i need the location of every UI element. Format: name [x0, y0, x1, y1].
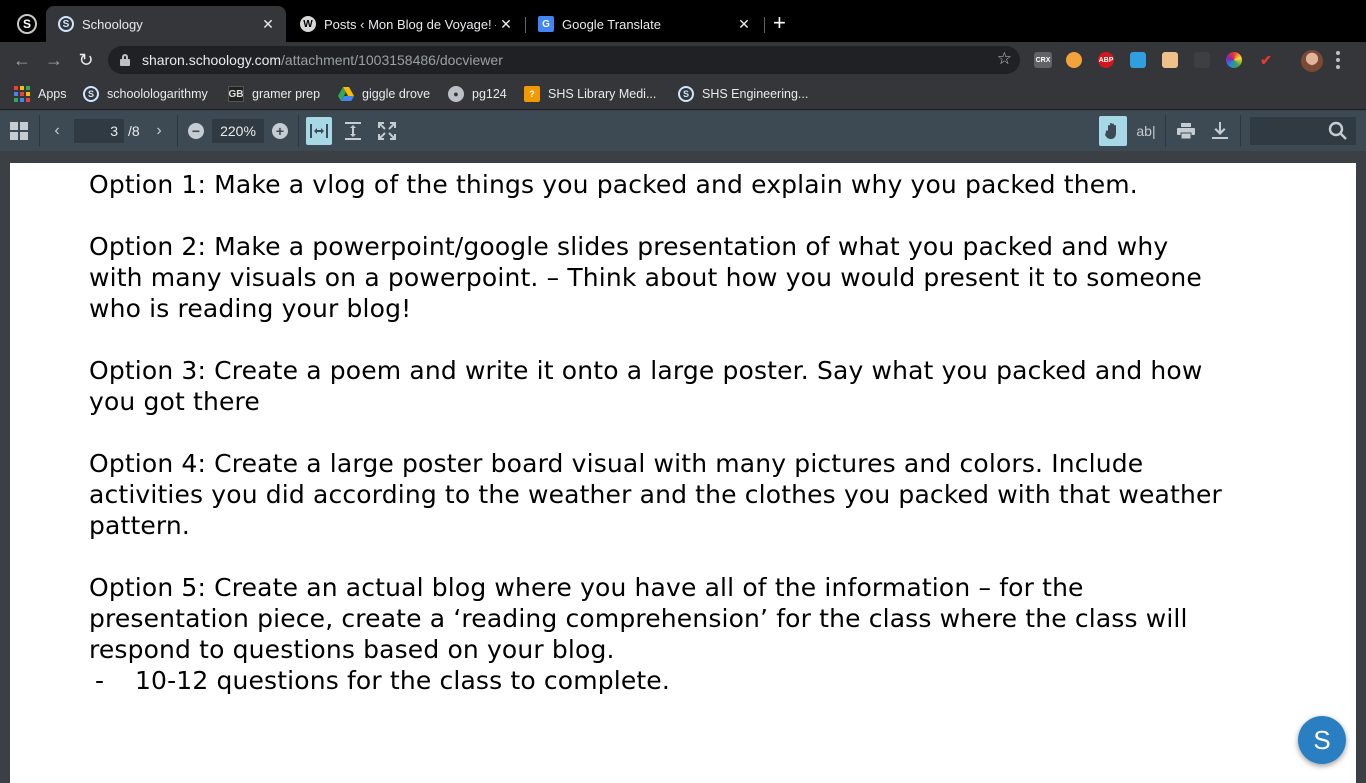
option-2: Option 2: Make a powerpoint/google slide…	[89, 232, 1202, 323]
lock-icon	[120, 54, 130, 66]
schoology-icon: S	[83, 86, 99, 102]
search-icon[interactable]	[1328, 121, 1348, 146]
page-total: /8	[128, 123, 140, 139]
document-viewport[interactable]: Option 1: Make a vlog of the things you …	[0, 151, 1366, 783]
bookmark-label: SHS Engineering...	[702, 87, 809, 101]
option-1: Option 1: Make a vlog of the things you …	[89, 170, 1138, 199]
download-icon[interactable]	[1208, 119, 1232, 143]
schoology-icon: S	[58, 16, 74, 32]
checkmark-extension-icon[interactable]	[1130, 52, 1146, 68]
document-search-input[interactable]	[1250, 117, 1356, 145]
bookmark-label: gramer prep	[252, 87, 321, 101]
bookmark-pg124[interactable]: ● pg124	[448, 85, 507, 103]
apps-grid-icon	[14, 86, 30, 102]
bookmark-label: schoolologarithmy	[107, 87, 208, 101]
tab-title: Posts ‹ Mon Blog de Voyage! —	[324, 16, 496, 32]
toolbar-divider	[1165, 115, 1166, 147]
profile-avatar[interactable]	[1301, 50, 1323, 72]
toolbar-divider	[39, 115, 40, 147]
previous-page-icon[interactable]: ‹	[45, 119, 69, 143]
url-path: /attachment/1003158486/docviewer	[281, 52, 503, 68]
tab-wordpress-posts[interactable]: W Posts ‹ Mon Blog de Voyage! — ✕	[288, 6, 524, 42]
close-icon[interactable]: ✕	[496, 16, 516, 33]
wordpress-icon: W	[300, 16, 316, 32]
toolbar-divider	[177, 115, 178, 147]
url-text[interactable]: sharon.schoology.com/attachment/10031584…	[142, 52, 503, 68]
bookmark-label: giggle drove	[362, 87, 431, 101]
print-icon[interactable]	[1174, 119, 1198, 143]
page-number-input[interactable]: 3	[74, 119, 124, 143]
owl-extension-icon[interactable]	[1066, 52, 1082, 68]
zoom-out-icon[interactable]: −	[188, 123, 204, 139]
bookmark-shs-engineering[interactable]: S SHS Engineering...	[678, 85, 808, 103]
google-drive-icon	[338, 86, 354, 102]
bookmark-shs-library[interactable]: ? SHS Library Medi...	[524, 85, 656, 103]
toolbar-divider	[1240, 115, 1241, 147]
bookmark-apps[interactable]: Apps	[14, 85, 67, 103]
bookmark-giggle-drove[interactable]: giggle drove	[338, 85, 430, 103]
box-extension-icon[interactable]	[1162, 52, 1178, 68]
tab-title: Google Translate	[562, 16, 662, 32]
option-5: Option 5: Create an actual blog where yo…	[89, 573, 1188, 664]
thumbnails-grid-icon[interactable]	[7, 119, 31, 143]
tab-strip: S S Schoology ✕ W Posts ‹ Mon Blog de Vo…	[0, 0, 1366, 42]
toolbar-divider	[298, 115, 299, 147]
bookmark-gramer-prep[interactable]: GB gramer prep	[228, 85, 320, 103]
library-icon: ?	[524, 86, 540, 102]
bookmark-schoolologarithmy[interactable]: S schoolologarithmy	[83, 85, 208, 103]
tab-separator	[764, 17, 765, 33]
fit-page-icon[interactable]	[341, 119, 365, 143]
fullscreen-icon[interactable]	[375, 119, 399, 143]
doc-viewer-toolbar: ‹ 3 /8 › − 220% + ab|	[0, 111, 1366, 151]
bullet-item: - 10-12 questions for the class to compl…	[89, 665, 1329, 696]
bookmarks-bar: Apps S schoolologarithmy GB gramer prep …	[0, 78, 1366, 110]
fit-width-icon[interactable]	[306, 117, 332, 145]
hand-tool-icon[interactable]	[1099, 116, 1127, 146]
next-page-icon[interactable]: ›	[147, 119, 171, 143]
schoology-help-button[interactable]: S	[1298, 716, 1346, 764]
back-icon[interactable]: ←	[10, 48, 34, 72]
crx-extension-icon[interactable]: CRX	[1034, 52, 1052, 68]
globe-icon: ●	[448, 86, 464, 102]
chrome-menu-icon[interactable]	[1336, 51, 1340, 69]
swoosh-extension-icon[interactable]: ✔	[1258, 52, 1274, 68]
color-picker-extension-icon[interactable]	[1226, 52, 1242, 68]
bullet-dash: -	[95, 666, 105, 695]
bookmark-star-icon[interactable]: ☆	[997, 49, 1012, 69]
close-icon[interactable]: ✕	[734, 16, 754, 33]
bookmark-label: SHS Library Medi...	[548, 87, 657, 101]
tab-google-translate[interactable]: G Google Translate ✕	[526, 6, 762, 42]
option-3: Option 3: Create a poem and write it ont…	[89, 356, 1203, 416]
browser-toolbar: ← → ↻ sharon.schoology.com/attachment/10…	[0, 42, 1366, 78]
document-page: Option 1: Make a vlog of the things you …	[10, 163, 1356, 783]
option-4: Option 4: Create a large poster board vi…	[89, 449, 1222, 540]
schoology-icon: S	[678, 86, 694, 102]
forward-icon[interactable]: →	[42, 48, 66, 72]
bookmark-label: Apps	[38, 87, 67, 101]
zoom-level[interactable]: 220%	[212, 119, 264, 143]
adblock-plus-icon[interactable]: ABP	[1098, 52, 1114, 68]
url-host: sharon.schoology.com	[142, 52, 282, 68]
document-text: Option 1: Make a vlog of the things you …	[89, 169, 1329, 696]
address-bar[interactable]: sharon.schoology.com/attachment/10031584…	[108, 46, 1020, 74]
hidden-extension-icon[interactable]	[1194, 52, 1210, 68]
gb-icon: GB	[228, 86, 244, 102]
new-tab-button[interactable]: +	[773, 12, 786, 34]
bookmark-label: pg124	[472, 87, 507, 101]
bullet-text: 10-12 questions for the class to complet…	[135, 666, 670, 695]
close-icon[interactable]: ✕	[258, 16, 278, 33]
schoology-profile-icon[interactable]: S	[17, 14, 37, 34]
tab-title: Schoology	[82, 16, 143, 32]
zoom-in-icon[interactable]: +	[272, 123, 288, 139]
text-select-icon[interactable]: ab|	[1134, 119, 1158, 143]
google-translate-icon: G	[538, 16, 554, 32]
tab-schoology[interactable]: S Schoology ✕	[46, 6, 286, 42]
reload-icon[interactable]: ↻	[74, 48, 98, 72]
